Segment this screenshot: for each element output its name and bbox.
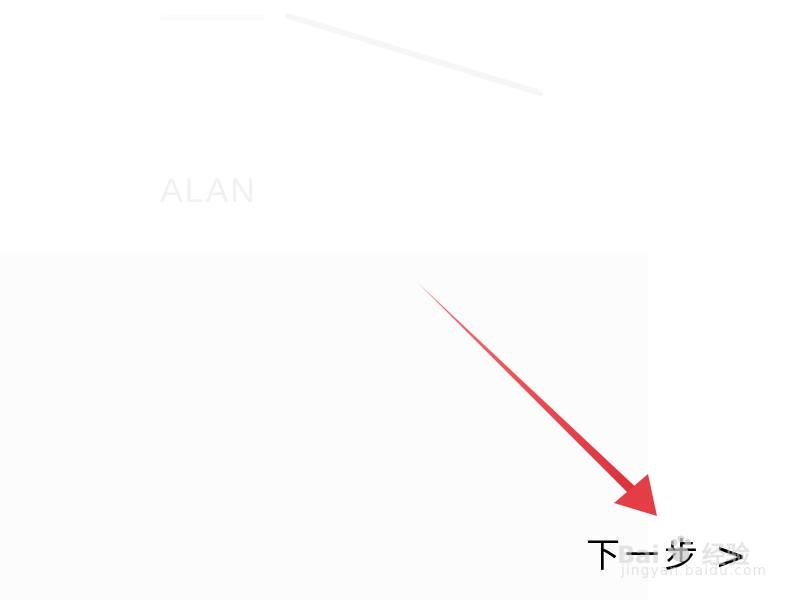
- main-content-panel: [0, 253, 648, 600]
- faint-background-stroke: [284, 12, 545, 97]
- next-step-button[interactable]: 下一步 >: [586, 535, 747, 577]
- next-step-label: 下一步: [586, 536, 703, 576]
- faint-title: ALAN: [160, 172, 257, 210]
- faint-background-stroke: [160, 15, 265, 21]
- chevron-right-icon: >: [715, 534, 747, 578]
- faint-header-area: ALAN: [0, 0, 800, 255]
- tutorial-screen: ALAN 下一步 > Bai 经验 jingyan.baidu.com: [0, 0, 800, 600]
